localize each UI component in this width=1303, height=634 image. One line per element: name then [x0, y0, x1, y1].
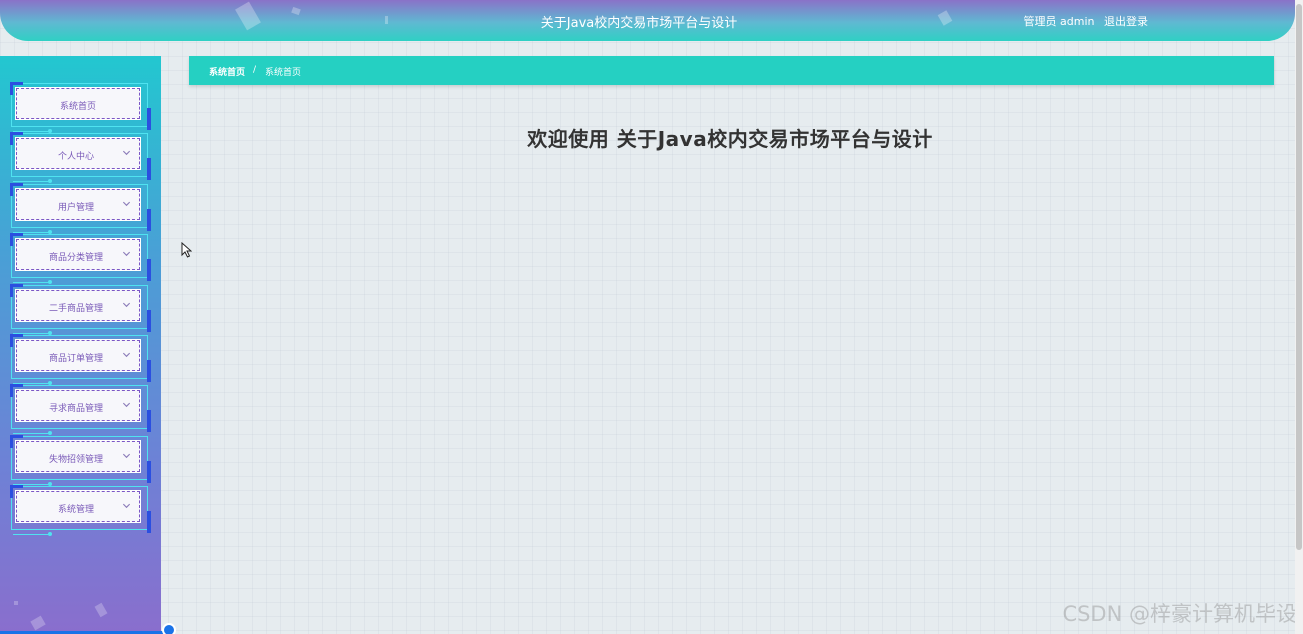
sidebar-menu-item[interactable]: 寻求商品管理	[10, 384, 151, 436]
menu-item-label: 个人中心	[57, 152, 94, 163]
breadcrumb-home-link[interactable]: 系统首页	[209, 65, 245, 78]
menu-item-corner	[147, 410, 151, 433]
sidebar-menu-item[interactable]: 系统管理	[10, 485, 151, 537]
admin-label: 管理员 admin	[1023, 15, 1095, 28]
chevron-down-icon	[122, 503, 131, 509]
menu-item-inner: 商品分类管理	[15, 238, 141, 272]
sidebar-decoration	[94, 602, 108, 618]
chevron-down-icon	[122, 302, 131, 307]
user-area: 管理员 admin 退出登录	[1024, 13, 1148, 29]
menu-item-corner	[147, 108, 151, 130]
sidebar-menu-item[interactable]: 商品分类管理	[10, 233, 151, 285]
menu-item-tail	[13, 532, 52, 537]
chevron-down-icon	[122, 352, 131, 358]
chevron-down-icon	[122, 201, 131, 206]
breadcrumb-current: 系统首页	[265, 68, 302, 78]
menu-item-inner: 系统首页	[15, 87, 141, 120]
menu-item-inner: 失物招领管理	[15, 439, 141, 473]
menu-item-inner: 个人中心	[15, 137, 141, 171]
menu-item-corner	[147, 208, 151, 231]
menu-item-corner	[147, 259, 151, 282]
top-header: 关于Java校内交易市场平台与设计 管理员 admin 退出登录	[0, 0, 1295, 41]
menu-item-corner	[147, 158, 151, 181]
breadcrumb: 系统首页 / 系统首页	[189, 56, 1274, 85]
menu-item-label: 商品分类管理	[48, 253, 103, 264]
sidebar-menu-item[interactable]: 用户管理	[10, 182, 151, 234]
sidebar-menu-item[interactable]: 失物招领管理	[10, 434, 151, 486]
chevron-down-icon	[122, 251, 131, 257]
sidebar-decoration	[14, 601, 18, 605]
menu-item-label: 二手商品管理	[48, 303, 103, 314]
menu-item-label: 失物招领管理	[48, 454, 103, 465]
menu-item-inner: 商品订单管理	[15, 339, 141, 372]
vertical-scrollbar[interactable]	[1295, 0, 1303, 634]
menu-item-inner: 寻求商品管理	[15, 389, 141, 423]
watermark: CSDN @梓豪计算机毕设	[1062, 602, 1297, 626]
menu-item-label: 商品订单管理	[48, 354, 103, 364]
menu-item-corner	[147, 460, 151, 483]
menu-item-label: 系统管理	[57, 505, 94, 516]
menu-item-corner	[147, 360, 151, 382]
chevron-down-icon	[122, 151, 131, 156]
sidebar-menu-item[interactable]: 系统首页	[10, 82, 151, 133]
chevron-down-icon	[122, 453, 131, 458]
sidebar: 系统首页个人中心用户管理商品分类管理 二手商品管理 商品订单管理 寻求商品管理 失物招领…	[0, 56, 161, 634]
scrollbar-thumb[interactable]	[1296, 4, 1302, 550]
chevron-down-icon	[122, 403, 131, 408]
menu-item-inner: 二手商品管理	[15, 288, 141, 322]
sidebar-decoration	[30, 615, 46, 631]
sidebar-menu-item[interactable]: 二手商品管理	[10, 283, 151, 335]
menu-item-inner: 用户管理	[15, 187, 141, 221]
menu-item-label: 系统首页	[59, 102, 96, 112]
menu-item-inner: 系统管理	[15, 490, 141, 524]
menu-item-corner	[147, 309, 151, 332]
menu-item-corner	[147, 511, 151, 534]
logout-link[interactable]: 退出登录	[1104, 15, 1148, 28]
mouse-cursor-icon	[181, 242, 192, 258]
sidebar-menu-item[interactable]: 个人中心	[10, 132, 151, 184]
welcome-heading: 欢迎使用 关于Java校内交易市场平台与设计	[527, 127, 933, 151]
progress-knob[interactable]	[162, 623, 176, 634]
menu-item-label: 用户管理	[57, 202, 94, 213]
sidebar-menu-item[interactable]: 商品订单管理	[10, 334, 151, 385]
breadcrumb-separator: /	[253, 65, 257, 75]
menu-item-label: 寻求商品管理	[48, 404, 103, 415]
